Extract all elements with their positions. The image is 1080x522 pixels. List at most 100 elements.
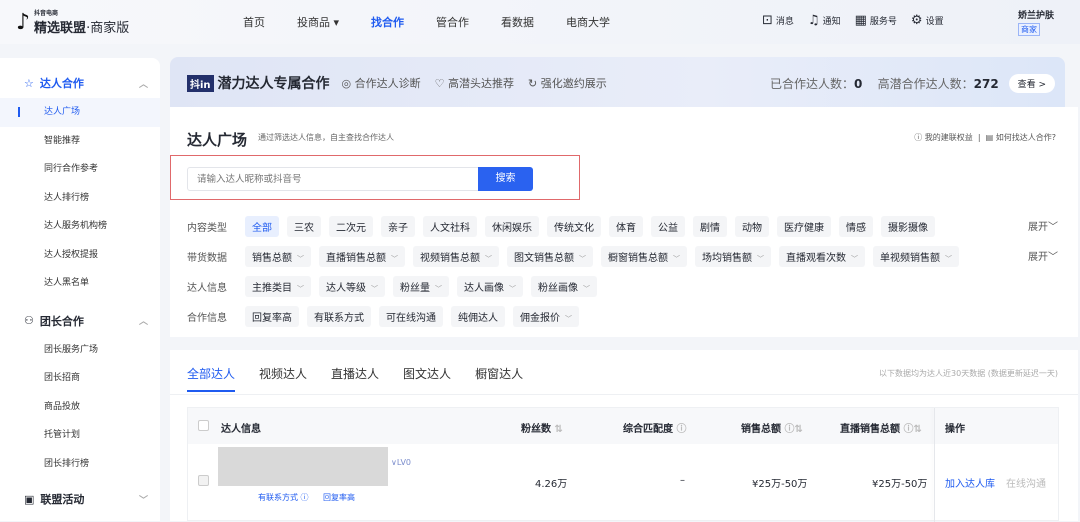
- filter-chip[interactable]: 人文社科: [423, 216, 477, 237]
- nav-university[interactable]: 电商大学: [566, 14, 610, 30]
- filter-chip[interactable]: 传统文化: [547, 216, 601, 237]
- filter-chip[interactable]: 摄影摄像: [881, 216, 935, 237]
- user-menu[interactable]: 娇兰护肤 商家: [1018, 8, 1054, 36]
- sidebar-item[interactable]: 团长招商: [0, 364, 160, 393]
- filter-chip[interactable]: 可在线沟通: [379, 306, 443, 327]
- chip-label: 达人画像: [464, 283, 504, 294]
- filter-chip[interactable]: 二次元: [329, 216, 373, 237]
- sidebar-group-activities[interactable]: ▣ 联盟活动 ﹀: [0, 484, 160, 514]
- messages-button[interactable]: ⊡ 消息: [762, 13, 794, 28]
- help-link[interactable]: ▤ 如何找达人合作?: [986, 133, 1056, 142]
- sidebar-item[interactable]: 商品投放: [0, 393, 160, 422]
- sidebar-group-talent[interactable]: ☆ 达人合作 ︿: [0, 68, 160, 98]
- filter-chip[interactable]: 场均销售额 ﹀: [695, 246, 771, 267]
- data-note: 以下数据均为达人近30天数据 (数据更新延迟一天): [879, 369, 1058, 378]
- filter-chip[interactable]: 单视频销售额 ﹀: [873, 246, 959, 267]
- select-all-checkbox[interactable]: [198, 420, 209, 431]
- logo[interactable]: ♪ 抖音电商 精选联盟·商家版: [16, 8, 129, 37]
- filter-chip[interactable]: 三农: [287, 216, 321, 237]
- filter-chip[interactable]: 医疗健康: [777, 216, 831, 237]
- filter-row: 达人信息 主推类目 ﹀ 达人等级 ﹀ 粉丝量 ﹀ 达人画像 ﹀ 粉丝画像 ﹀: [187, 276, 605, 297]
- tab-all[interactable]: 全部达人: [187, 365, 236, 392]
- chip-label: 达人等级: [326, 283, 366, 294]
- tab-article[interactable]: 图文达人: [403, 365, 451, 382]
- col-sales[interactable]: 销售总额 ⓘ⇅: [741, 420, 803, 435]
- fans-count: 4.26万: [535, 479, 568, 490]
- filter-chip[interactable]: 直播销售总额 ﹀: [319, 246, 405, 267]
- notifications-button[interactable]: ♫ 通知: [808, 13, 841, 28]
- chip-label: 动物: [742, 223, 762, 234]
- filter-chip[interactable]: 达人画像 ﹀: [457, 276, 523, 297]
- filter-chip[interactable]: 主推类目 ﹀: [245, 276, 311, 297]
- filter-chip[interactable]: 休闲娱乐: [485, 216, 539, 237]
- filter-row: 内容类型 全部 三农 二次元 亲子 人文社科 休闲娱乐 传统文化 体育 公益 剧情 动物 医疗健康 情感 摄…: [187, 216, 943, 237]
- chevron-down-icon: ﹀: [565, 315, 572, 323]
- online-chat-link[interactable]: 在线沟通: [1006, 475, 1046, 490]
- add-to-library-link[interactable]: 加入达人库: [945, 475, 995, 490]
- filter-chip[interactable]: 直播观看次数 ﹀: [779, 246, 865, 267]
- sidebar-item[interactable]: 达人黑名单: [0, 269, 160, 298]
- filter-chip[interactable]: 情感: [839, 216, 873, 237]
- filter-chip[interactable]: 体育: [609, 216, 643, 237]
- expand-button[interactable]: 展开﹀: [1028, 248, 1058, 263]
- top-nav: ♪ 抖音电商 精选联盟·商家版 首页 投商品 ▾ 找合作 管合作 看数据 电商大…: [0, 0, 1080, 44]
- row-checkbox[interactable]: [198, 475, 209, 486]
- filter-chip[interactable]: 纯佣达人: [451, 306, 505, 327]
- filter-chip[interactable]: 销售总额 ﹀: [245, 246, 311, 267]
- label: 消息: [775, 17, 794, 27]
- filter-chip[interactable]: 粉丝画像 ﹀: [531, 276, 597, 297]
- expand-button[interactable]: 展开﹀: [1028, 218, 1058, 233]
- chevron-down-icon: ﹀: [1048, 252, 1058, 263]
- col-match: 综合匹配度 ⓘ: [623, 420, 686, 435]
- search-button[interactable]: 搜索: [478, 167, 533, 191]
- rights-link[interactable]: ⓘ 我的建联权益: [914, 133, 973, 142]
- sidebar-item[interactable]: 智能推荐: [0, 127, 160, 156]
- sidebar-group-leader[interactable]: ⚇ 团长合作 ︿: [0, 306, 160, 336]
- stat-value: 272: [973, 76, 999, 91]
- filter-chip[interactable]: 公益: [651, 216, 685, 237]
- filter-chip[interactable]: 亲子: [381, 216, 415, 237]
- view-button[interactable]: 查看 >: [1008, 73, 1055, 93]
- service-button[interactable]: ▦ 服务号: [855, 13, 897, 28]
- sidebar-item[interactable]: 同行合作参考: [0, 155, 160, 184]
- chip-label: 纯佣达人: [458, 313, 498, 324]
- sidebar-item[interactable]: 团长服务广场: [0, 336, 160, 365]
- nav-home[interactable]: 首页: [243, 14, 265, 30]
- nav-data[interactable]: 看数据: [501, 14, 534, 30]
- filter-chip[interactable]: 粉丝量 ﹀: [393, 276, 449, 297]
- bell-icon: ♫: [807, 13, 820, 28]
- filter-chip[interactable]: 图文销售总额 ﹀: [507, 246, 593, 267]
- tab-showcase[interactable]: 橱窗达人: [475, 365, 523, 382]
- filter-chip[interactable]: 有联系方式: [307, 306, 371, 327]
- tab-video[interactable]: 视频达人: [259, 365, 307, 382]
- col-info: 达人信息: [221, 424, 261, 435]
- nav-find-cooperation[interactable]: 找合作: [371, 14, 404, 30]
- sidebar-item[interactable]: 达人排行榜: [0, 184, 160, 213]
- settings-button[interactable]: ⚙ 设置: [911, 13, 944, 28]
- chip-label: 医疗健康: [784, 223, 824, 234]
- filter-chip[interactable]: 全部: [245, 216, 279, 237]
- filter-chip[interactable]: 橱窗销售总额 ﹀: [601, 246, 687, 267]
- chevron-up-icon: ︿: [138, 317, 148, 327]
- nav-manage-cooperation[interactable]: 管合作: [436, 14, 469, 30]
- sidebar-item[interactable]: 达人服务机构榜: [0, 212, 160, 241]
- sidebar-item[interactable]: 团长排行榜: [0, 450, 160, 479]
- divider: [170, 394, 1078, 395]
- sidebar-item[interactable]: 达人广场: [0, 98, 160, 127]
- filter-chip[interactable]: 回复率高: [245, 306, 299, 327]
- filter-chip[interactable]: 剧情: [693, 216, 727, 237]
- col-live-sales[interactable]: 直播销售总额 ⓘ⇅: [840, 420, 922, 435]
- col-fans[interactable]: 粉丝数 ⇅: [521, 420, 563, 435]
- filter-chip[interactable]: 佣金报价 ﹀: [513, 306, 579, 327]
- filter-chip[interactable]: 视频销售总额 ﹀: [413, 246, 499, 267]
- filter-chip[interactable]: 达人等级 ﹀: [319, 276, 385, 297]
- chip-label: 直播销售总额: [326, 253, 386, 264]
- chip-label: 粉丝量: [400, 283, 430, 294]
- sidebar-item[interactable]: 托管计划: [0, 421, 160, 450]
- tab-live[interactable]: 直播达人: [331, 365, 379, 382]
- nav-products[interactable]: 投商品 ▾: [297, 14, 339, 30]
- sidebar-item[interactable]: 达人授权提报: [0, 241, 160, 270]
- chevron-down-icon: ﹀: [138, 495, 148, 506]
- filter-chip[interactable]: 动物: [735, 216, 769, 237]
- search-input[interactable]: [187, 167, 479, 191]
